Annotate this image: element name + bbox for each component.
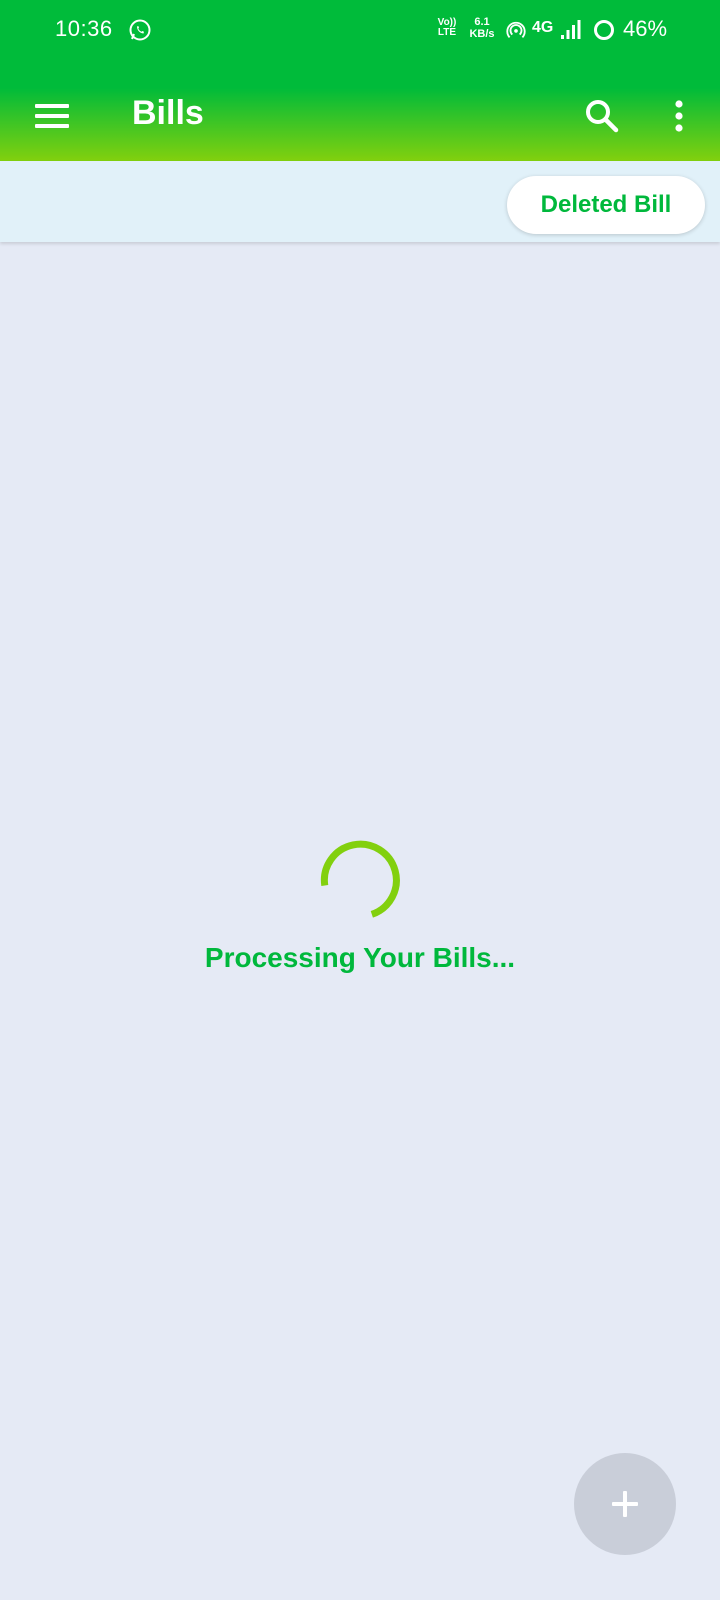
search-icon (586, 100, 619, 133)
network-speed: 6.1 KB/s (466, 16, 498, 40)
battery-ring-icon (594, 20, 614, 40)
page-title: Bills (132, 94, 204, 132)
hotspot-icon (506, 21, 526, 38)
menu-icon (35, 104, 69, 128)
signal-icon (561, 20, 581, 39)
network-speed-unit: KB/s (469, 28, 495, 40)
plus-icon (612, 1491, 638, 1517)
top-header: 10:36 Vo)) LTE 6.1 KB/s 4G 46% Bills (0, 0, 720, 161)
more-vert-icon (675, 100, 683, 132)
loading-indicator: Processing Your Bills... (0, 838, 720, 974)
status-time: 10:36 (55, 16, 113, 41)
status-bar: 10:36 Vo)) LTE 6.1 KB/s 4G 46% (0, 0, 720, 60)
battery-percent: 46% (623, 16, 668, 41)
filter-strip: Deleted Bill (0, 161, 720, 242)
search-button[interactable] (578, 92, 626, 140)
menu-button[interactable] (28, 92, 76, 140)
loading-spinner-icon (320, 840, 400, 918)
volte-indicator: Vo)) LTE (434, 18, 460, 38)
add-bill-button[interactable] (574, 1453, 676, 1555)
more-options-button[interactable] (655, 92, 703, 140)
app-bar: Bills (0, 80, 720, 161)
deleted-bill-button[interactable]: Deleted Bill (507, 176, 705, 234)
network-speed-value: 6.1 (474, 16, 490, 28)
loading-message: Processing Your Bills... (204, 942, 516, 973)
network-type: 4G (532, 19, 554, 36)
whatsapp-icon (129, 19, 151, 41)
volte-line2: LTE (437, 27, 457, 38)
